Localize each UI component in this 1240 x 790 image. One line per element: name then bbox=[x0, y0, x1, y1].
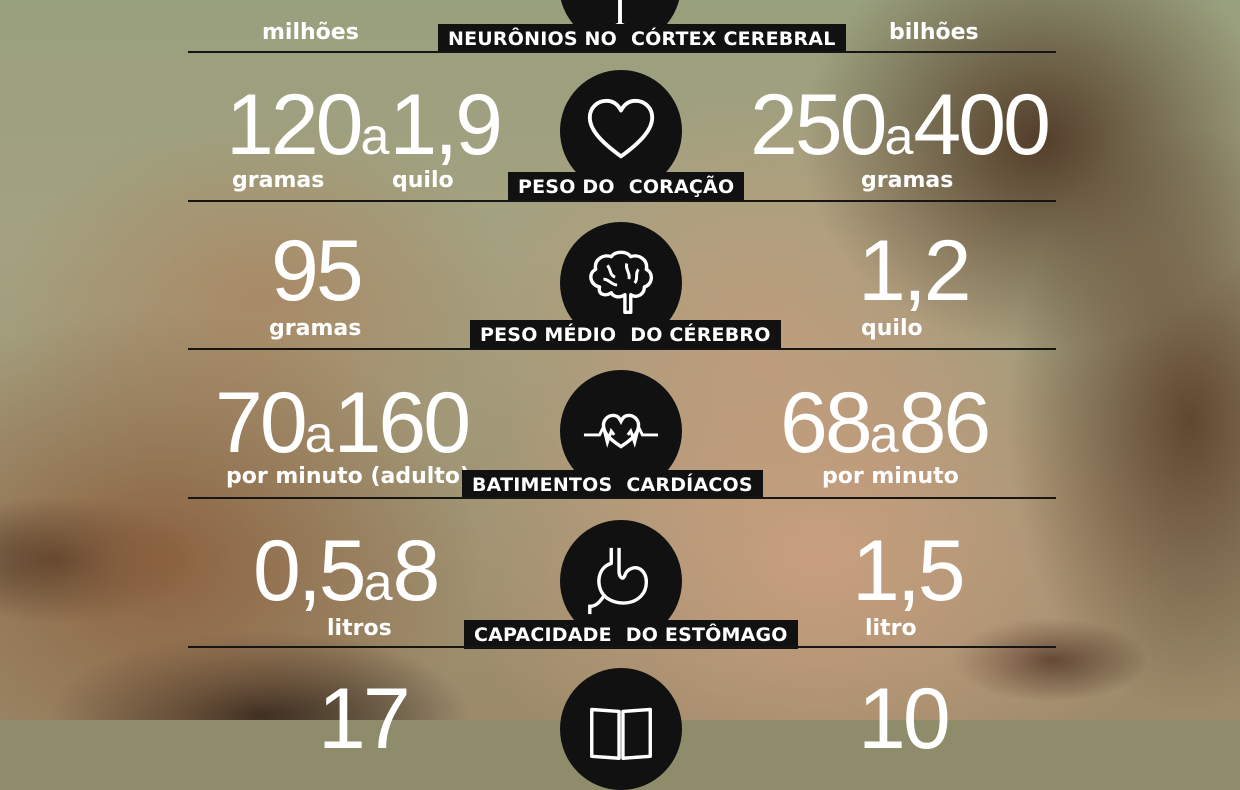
right-value-heart-a: 250 bbox=[750, 77, 887, 173]
left-unit-heartbeat: por minuto (adulto) bbox=[226, 464, 470, 489]
left-unit-neurons: milhões bbox=[262, 20, 359, 45]
left-unit-brain: gramas bbox=[269, 316, 362, 341]
right-value-heartbeat-b: 86 bbox=[898, 375, 992, 471]
heartbeat-icon bbox=[583, 413, 659, 449]
label-brain-a: PESO MÉDIO bbox=[480, 324, 617, 346]
left-value-stomach: 0,5a8 bbox=[253, 528, 440, 626]
left-unit-stomach: litros bbox=[327, 616, 392, 641]
left-value-stomach-b: 8 bbox=[392, 523, 440, 619]
label-neurons-b: CÓRTEX CEREBRAL bbox=[630, 28, 836, 50]
connector: a bbox=[304, 406, 334, 464]
left-unit-heart-b: quilo bbox=[392, 168, 454, 193]
right-value-brain: 1,2 bbox=[858, 223, 972, 319]
label-heart-a: PESO DO bbox=[518, 176, 615, 198]
right-unit-brain: quilo bbox=[861, 316, 923, 341]
connector: a bbox=[363, 554, 393, 612]
divider bbox=[188, 646, 1056, 648]
heart-icon bbox=[587, 98, 655, 159]
label-stomach-a: CAPACIDADE bbox=[474, 624, 612, 646]
left-value-heart: 120a1,9 bbox=[226, 82, 503, 180]
left-value-heartbeat-b: 160 bbox=[333, 375, 471, 471]
label-brain-b: DO CÉREBRO bbox=[630, 324, 771, 346]
left-value-stomach-a: 0,5 bbox=[253, 523, 367, 619]
label-heart-weight: PESO DO CORAÇÃO bbox=[508, 172, 745, 201]
connector: a bbox=[360, 108, 390, 166]
right-value-stomach: 1,5 bbox=[852, 523, 966, 619]
label-stomach-b: DO ESTÔMAGO bbox=[625, 624, 788, 646]
stomach-icon bbox=[588, 547, 649, 615]
connector: a bbox=[869, 406, 899, 464]
right-value-bottom: 10 bbox=[858, 671, 951, 767]
divider bbox=[188, 51, 1056, 53]
left-value-heart-b: 1,9 bbox=[389, 77, 503, 173]
right-unit-heart: gramas bbox=[861, 168, 954, 193]
label-neurons-a: NEURÔNIOS NO bbox=[448, 28, 617, 50]
label-stomach: CAPACIDADE DO ESTÔMAGO bbox=[464, 620, 798, 649]
book-icon bbox=[590, 707, 652, 760]
divider bbox=[188, 348, 1056, 350]
left-value-brain: 95 bbox=[271, 223, 364, 319]
label-heartbeats-b: CARDÍACOS bbox=[626, 474, 753, 496]
right-unit-neurons: bilhões bbox=[889, 20, 979, 45]
left-value-bottom: 17 bbox=[318, 671, 411, 767]
right-value-heart-b: 400 bbox=[913, 77, 1050, 173]
label-brain-weight: PESO MÉDIO DO CÉREBRO bbox=[470, 320, 781, 349]
right-value-heart: 250a400 bbox=[750, 82, 1051, 180]
label-heartbeats-a: BATIMENTOS bbox=[472, 474, 613, 496]
label-heartbeats: BATIMENTOS CARDÍACOS bbox=[462, 470, 763, 499]
divider bbox=[188, 200, 1056, 202]
divider bbox=[188, 497, 1056, 499]
brain-icon bbox=[589, 250, 653, 314]
right-value-heartbeat-a: 68 bbox=[780, 375, 873, 471]
connector: a bbox=[884, 108, 914, 166]
right-unit-stomach: litro bbox=[865, 616, 917, 641]
label-neurons: NEURÔNIOS NO CÓRTEX CEREBRAL bbox=[438, 24, 846, 53]
left-value-heartbeat-a: 70 bbox=[215, 375, 308, 471]
right-unit-heartbeat: por minuto bbox=[822, 464, 959, 489]
book-icon-circle bbox=[560, 668, 682, 790]
left-unit-heart-a: gramas bbox=[232, 168, 325, 193]
left-value-heart-a: 120 bbox=[226, 77, 363, 173]
label-heart-b: CORAÇÃO bbox=[628, 176, 735, 198]
